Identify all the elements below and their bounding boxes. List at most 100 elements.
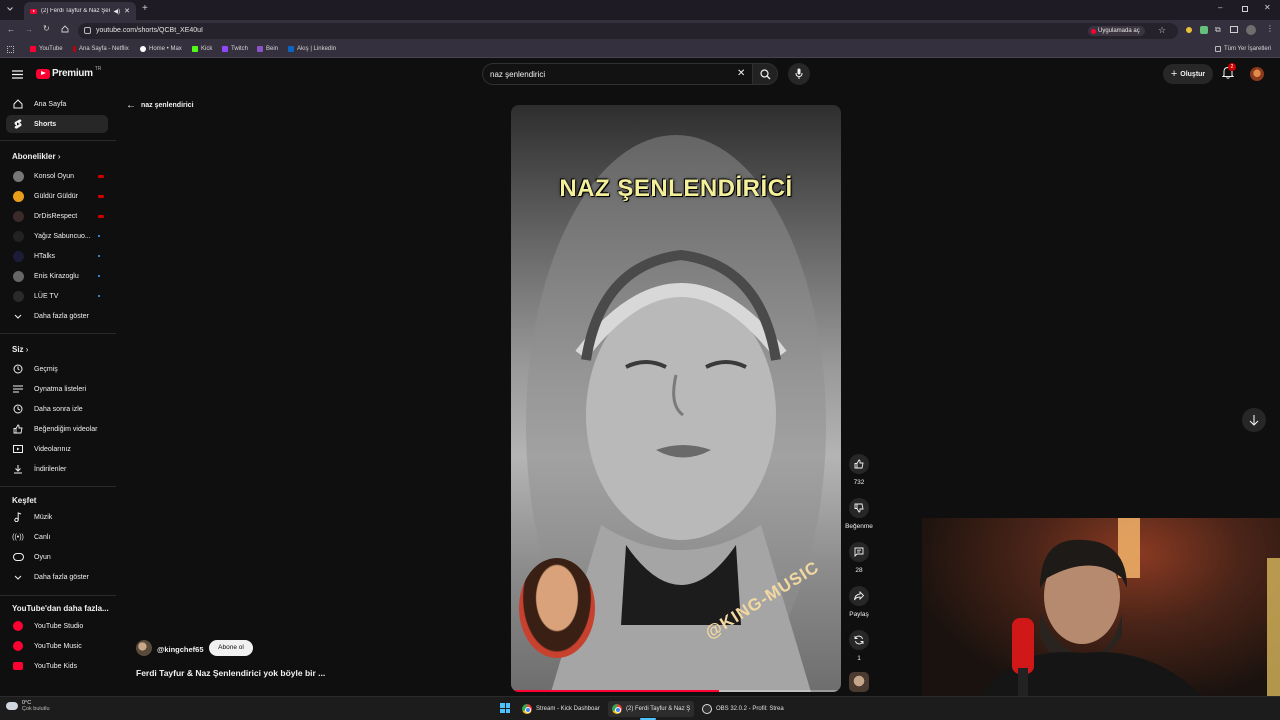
- bookmark-youtube[interactable]: YouTube: [30, 46, 63, 52]
- show-more-label: Daha fazla göster: [34, 312, 89, 320]
- dislike-button[interactable]: [849, 498, 869, 518]
- speaker-icon[interactable]: ◀): [114, 8, 121, 15]
- user-avatar[interactable]: [1250, 67, 1264, 81]
- sidebar-sub-item[interactable]: LÜE TV: [6, 287, 108, 305]
- reload-icon[interactable]: ↻: [43, 24, 50, 33]
- voice-search-button[interactable]: [788, 63, 810, 85]
- sidebar-item-label: YouTube Music: [34, 642, 82, 650]
- site-info-icon[interactable]: [84, 27, 91, 34]
- profile-icon[interactable]: [1246, 25, 1256, 35]
- sidebar-item-gaming[interactable]: Oyun: [6, 548, 108, 566]
- sidebar-item-downloads[interactable]: İndirilenler: [6, 460, 108, 478]
- sidebar-item-yt-kids[interactable]: YouTube Kids: [6, 657, 108, 675]
- sidebar-explore-more[interactable]: Daha fazla göster: [6, 568, 108, 586]
- subscribe-button[interactable]: Abone ol: [209, 640, 253, 656]
- sidebar-show-more[interactable]: Daha fazla göster: [6, 307, 108, 325]
- sidebar-sub-item[interactable]: Enis Kirazoglu: [6, 267, 108, 285]
- youtube-logo[interactable]: Premium TR: [36, 66, 101, 79]
- apps-grid-icon[interactable]: [7, 46, 14, 53]
- open-in-app-label: Uygulamada aç: [1098, 28, 1140, 34]
- sidebar-item-your-videos[interactable]: Videolarınız: [6, 440, 108, 458]
- back-icon[interactable]: ←: [7, 25, 15, 34]
- sidebar-item-playlists[interactable]: Oynatma listeleri: [6, 380, 108, 398]
- bookmark-netflix[interactable]: Ana Sayfa - Netflix: [73, 46, 129, 52]
- weather-widget[interactable]: 0°C Çok bulutlu: [6, 700, 50, 712]
- window-minimize-icon[interactable]: –: [1218, 3, 1222, 12]
- all-bookmarks-button[interactable]: Tüm Yer İşaretleri: [1215, 46, 1271, 52]
- chevron-right-icon: ›: [57, 152, 61, 161]
- bookmark-label: Bein: [266, 46, 279, 52]
- sidebar-sub-item[interactable]: Güldür Güldür: [6, 187, 108, 205]
- shorts-video-player[interactable]: NAZ ŞENLENDİRİCİ @KING-MUSIC: [511, 105, 841, 692]
- create-button[interactable]: + Oluştur: [1163, 64, 1213, 84]
- open-in-app-button[interactable]: Uygulamada aç: [1088, 26, 1145, 36]
- next-video-button[interactable]: [1242, 408, 1266, 432]
- window-maximize-icon[interactable]: [1242, 6, 1248, 12]
- sidepanel-icon[interactable]: [1230, 26, 1238, 33]
- notifications-button[interactable]: 2: [1222, 63, 1236, 80]
- extension-icon-1[interactable]: [1186, 27, 1192, 33]
- search-clear-icon[interactable]: ✕: [737, 68, 745, 79]
- extensions-puzzle-icon[interactable]: ⧉: [1215, 25, 1221, 35]
- channel-name[interactable]: @kingchef65: [157, 645, 204, 654]
- taskbar-app-youtube[interactable]: (2) Ferdi Tayfur & Naz Ş: [608, 701, 695, 717]
- sidebar-item-music[interactable]: Müzik: [6, 508, 108, 526]
- search-icon: [760, 69, 771, 80]
- bookmark-star-icon[interactable]: ☆: [1158, 25, 1166, 36]
- sidebar-sub-item[interactable]: Konsol Oyun: [6, 167, 108, 185]
- sidebar-item-yt-studio[interactable]: YouTube Studio: [6, 617, 108, 635]
- sidebar-item-label: Videolarınız: [34, 445, 71, 453]
- sidebar-item-liked[interactable]: Beğendiğim videolar: [6, 420, 108, 438]
- search-button[interactable]: [752, 63, 778, 85]
- tab-active[interactable]: (2) Ferdi Tayfur & Naz Şenl ◀) ✕: [24, 2, 136, 20]
- forward-icon[interactable]: →: [25, 25, 33, 34]
- clock-icon: [12, 403, 24, 415]
- share-label: Paylaş: [849, 611, 869, 618]
- taskbar-app-obs[interactable]: OBS 32.0.2 - Profil: Strea: [698, 701, 788, 717]
- sound-avatar[interactable]: [849, 672, 869, 692]
- taskbar-app-kick[interactable]: Stream - Kick Dashboar: [518, 701, 604, 717]
- window-close-icon[interactable]: ✕: [1264, 3, 1271, 12]
- hamburger-menu-icon[interactable]: [12, 70, 23, 79]
- bookmark-kick[interactable]: Kick: [192, 46, 212, 52]
- search-box[interactable]: naz şenlendirici ✕: [482, 63, 752, 85]
- bookmark-linkedin[interactable]: Akış | LinkedIn: [288, 46, 336, 52]
- sidebar-sub-item[interactable]: Yağız Sabuncuo...: [6, 227, 108, 245]
- channel-avatar-icon: [12, 190, 24, 202]
- address-bar[interactable]: youtube.com/shorts/QCBt_XE40uI Uygulamad…: [78, 23, 1178, 39]
- sidebar-sub-item[interactable]: DrDisRespect: [6, 207, 108, 225]
- you-header[interactable]: Siz ›: [12, 345, 28, 354]
- channel-avatar[interactable]: [136, 640, 152, 656]
- subscriptions-header[interactable]: Abonelikler ›: [12, 152, 60, 161]
- browser-menu-icon[interactable]: ⋮: [1266, 24, 1274, 33]
- subscription-label: Yağız Sabuncuo...: [34, 232, 91, 240]
- sidebar-item-yt-music[interactable]: YouTube Music: [6, 637, 108, 655]
- like-button[interactable]: [849, 454, 869, 474]
- sidebar-item-shorts[interactable]: Shorts: [6, 115, 108, 133]
- comments-button[interactable]: [849, 542, 869, 562]
- back-to-search-button[interactable]: ← naz şenlendirici: [126, 100, 194, 111]
- new-tab-button[interactable]: +: [142, 3, 148, 14]
- video-title[interactable]: Ferdi Tayfur & Naz Şenlendirici yok böyl…: [136, 668, 325, 678]
- sidebar-item-history[interactable]: Geçmiş: [6, 360, 108, 378]
- extension-icon-2[interactable]: [1200, 26, 1208, 34]
- share-button[interactable]: [849, 586, 869, 606]
- sidebar-sub-item[interactable]: HTalks: [6, 247, 108, 265]
- tab-search-icon[interactable]: [6, 5, 14, 13]
- shorts-icon: [12, 118, 24, 130]
- url-text: youtube.com/shorts/QCBt_XE40uI: [96, 27, 203, 34]
- remix-button[interactable]: [849, 630, 869, 650]
- bookmark-twitch[interactable]: Twitch: [222, 46, 248, 52]
- bookmark-max[interactable]: Home • Max: [140, 46, 182, 52]
- windows-start-icon[interactable]: [500, 703, 510, 713]
- video-progress-track[interactable]: [511, 690, 841, 692]
- sidebar-item-label: Beğendiğim videolar: [34, 425, 98, 433]
- home-icon[interactable]: [61, 25, 69, 33]
- sidebar-item-home[interactable]: Ana Sayfa: [6, 95, 108, 113]
- sidebar-item-live[interactable]: ((•)) Canlı: [6, 528, 108, 546]
- subscription-label: LÜE TV: [34, 292, 59, 300]
- sidebar-item-watch-later[interactable]: Daha sonra izle: [6, 400, 108, 418]
- search-input[interactable]: naz şenlendirici: [490, 70, 545, 79]
- bookmark-bein[interactable]: Bein: [257, 46, 278, 52]
- tab-close-icon[interactable]: ✕: [124, 7, 130, 15]
